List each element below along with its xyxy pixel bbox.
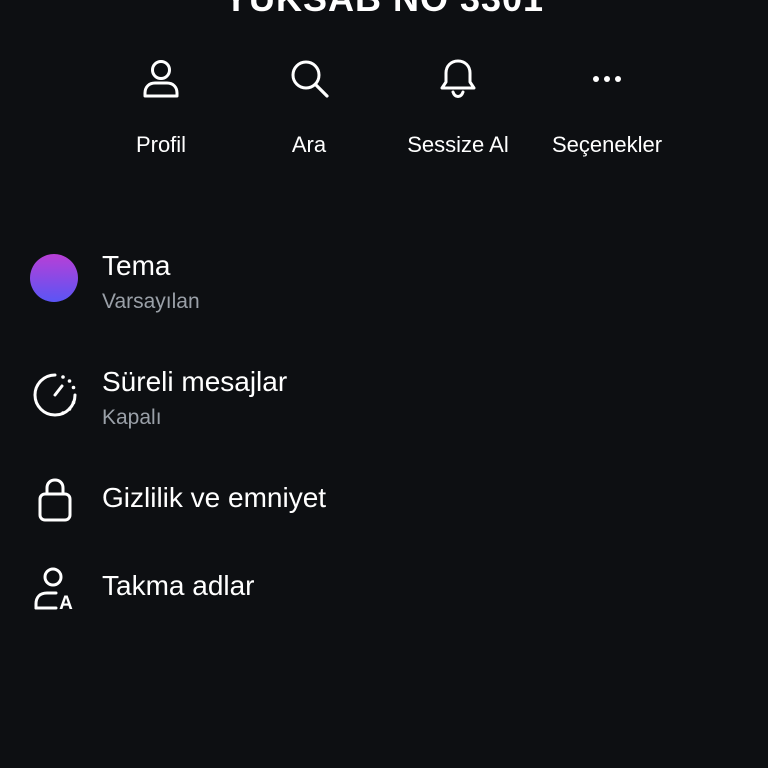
mute-button[interactable]: Sessize Al: [384, 52, 532, 172]
theme-row[interactable]: Tema Varsayılan: [0, 240, 768, 320]
search-icon: [291, 60, 329, 98]
profile-label: Profil: [135, 132, 187, 157]
privacy-safety-title: Gizlilik ve emniyet: [102, 482, 327, 513]
timer-icon: [33, 373, 77, 417]
theme-color-swatch: [30, 254, 78, 302]
theme-color-icon: [30, 254, 80, 304]
disappearing-messages-row[interactable]: Süreli mesajlar Kapalı: [0, 358, 768, 438]
privacy-safety-row[interactable]: Gizlilik ve emniyet: [0, 476, 768, 530]
profile-icon: [143, 60, 179, 98]
search-label: Ara: [291, 132, 327, 157]
quick-actions-bar: Profil Ara Sessize Al Seçenekler: [0, 52, 768, 172]
profile-button[interactable]: Profil: [87, 52, 235, 172]
search-button[interactable]: Ara: [235, 52, 383, 172]
theme-title: Tema: [102, 250, 171, 281]
contact-settings-screen: YUKSAB NO 3301 Profil Ara Sessize Al: [0, 0, 768, 768]
disappearing-messages-title: Süreli mesajlar: [102, 366, 288, 397]
theme-subtitle: Varsayılan: [102, 290, 200, 313]
nicknames-row[interactable]: A Takma adlar: [0, 564, 768, 618]
options-label: Seçenekler: [551, 132, 663, 157]
svg-text:A: A: [59, 593, 73, 614]
more-options-icon: [593, 76, 621, 82]
lock-icon: [38, 478, 72, 522]
options-button[interactable]: Seçenekler: [533, 52, 681, 172]
disappearing-messages-subtitle: Kapalı: [102, 406, 162, 429]
mute-label: Sessize Al: [407, 132, 509, 157]
nicknames-title: Takma adlar: [102, 570, 255, 601]
contact-name-title: YUKSAB NO 3301: [0, 0, 768, 20]
bell-icon: [440, 59, 476, 99]
nickname-icon: A: [34, 567, 73, 614]
